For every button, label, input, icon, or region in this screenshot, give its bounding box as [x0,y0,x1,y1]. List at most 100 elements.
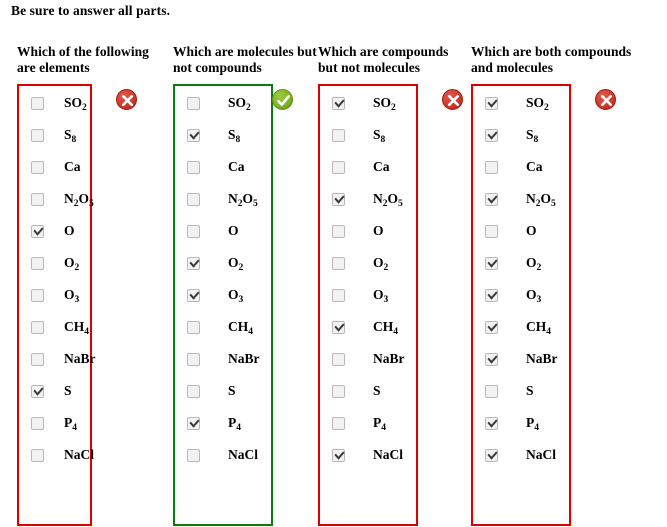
option-row[interactable]: SO2 [473,87,569,119]
checkbox-n2o5[interactable] [31,192,44,206]
option-row[interactable]: O [320,215,416,247]
option-row[interactable]: O [19,215,90,247]
option-row[interactable]: P4 [19,407,90,439]
option-row[interactable]: Ca [473,151,569,183]
checkbox-nabr[interactable] [31,352,44,366]
checkbox-o[interactable] [485,224,498,238]
option-row[interactable]: NaBr [19,343,96,375]
option-row[interactable]: S [19,375,90,407]
checkbox-o2[interactable] [332,256,345,270]
option-row[interactable]: N2O5 [473,183,569,215]
checkbox-p4[interactable] [31,416,44,430]
option-row[interactable]: N2O5 [175,183,271,215]
option-row[interactable]: O3 [473,279,569,311]
checkbox-nacl[interactable] [332,448,345,462]
checkbox-ch4[interactable] [332,320,345,334]
checkbox-o2[interactable] [187,256,200,270]
checkbox-n2o5[interactable] [332,192,345,206]
checkbox-nabr[interactable] [187,352,200,366]
option-row[interactable]: Ca [320,151,416,183]
checkbox-s8[interactable] [31,128,44,142]
checkbox-so2[interactable] [31,96,44,110]
page-instruction: Be sure to answer all parts. [11,3,171,18]
checkbox-ch4[interactable] [31,320,44,334]
option-row[interactable]: NaBr [175,343,271,375]
checkbox-o2[interactable] [485,256,498,270]
option-row[interactable]: O3 [19,279,90,311]
checkbox-ca[interactable] [187,160,200,174]
option-row[interactable]: NaCl [19,439,94,471]
checkbox-n2o5[interactable] [485,192,498,206]
option-row[interactable]: NaBr [473,343,569,375]
checkbox-ch4[interactable] [187,320,200,334]
option-row[interactable]: S [320,375,416,407]
option-row[interactable]: CH4 [175,311,271,343]
checkbox-o[interactable] [332,224,345,238]
checkbox-n2o5[interactable] [187,192,200,206]
option-row[interactable]: N2O5 [19,183,94,215]
option-row[interactable]: NaCl [320,439,416,471]
option-row[interactable]: SO2 [175,87,271,119]
checkbox-so2[interactable] [187,96,200,110]
checkbox-p4[interactable] [332,416,345,430]
option-row[interactable]: P4 [175,407,271,439]
option-row[interactable]: O3 [175,279,271,311]
option-row[interactable]: O [175,215,271,247]
checkbox-ca[interactable] [485,160,498,174]
option-row[interactable]: CH4 [473,311,569,343]
checkbox-s[interactable] [187,384,200,398]
option-row[interactable]: O2 [320,247,416,279]
checkbox-ch4[interactable] [485,320,498,334]
checkbox-ca[interactable] [332,160,345,174]
checkbox-o[interactable] [187,224,200,238]
checkbox-o2[interactable] [31,256,44,270]
option-row[interactable]: S8 [473,119,569,151]
checkbox-p4[interactable] [485,416,498,430]
option-row[interactable]: NaBr [320,343,416,375]
option-row[interactable]: O2 [473,247,569,279]
checkbox-group: SO2 S8 Ca N2O5 O O2 O3 CH4 NaBr S P4 NaCl [471,84,571,526]
checkbox-o[interactable] [31,224,44,238]
option-row[interactable]: N2O5 [320,183,416,215]
option-row[interactable]: P4 [320,407,416,439]
option-row[interactable]: O2 [19,247,90,279]
checkbox-nacl[interactable] [31,448,44,462]
option-row[interactable]: CH4 [19,311,90,343]
checkbox-s[interactable] [485,384,498,398]
option-row[interactable]: Ca [19,151,90,183]
checkbox-p4[interactable] [187,416,200,430]
checkbox-o3[interactable] [187,288,200,302]
option-row[interactable]: S [175,375,271,407]
checkbox-nabr[interactable] [332,352,345,366]
option-row[interactable]: CH4 [320,311,416,343]
option-row[interactable]: S8 [19,119,90,151]
checkbox-s8[interactable] [187,128,200,142]
option-row[interactable]: S [473,375,569,407]
checkbox-nacl[interactable] [187,448,200,462]
checkbox-nacl[interactable] [485,448,498,462]
checkbox-o3[interactable] [485,288,498,302]
option-row[interactable]: SO2 [19,87,90,119]
option-row[interactable]: O [473,215,569,247]
circle-x-icon [116,89,137,110]
option-row[interactable]: SO2 [320,87,416,119]
option-row[interactable]: S8 [175,119,271,151]
checkbox-so2[interactable] [485,96,498,110]
option-row[interactable]: S8 [320,119,416,151]
checkbox-so2[interactable] [332,96,345,110]
checkbox-s8[interactable] [485,128,498,142]
checkbox-s[interactable] [31,384,44,398]
checkbox-nabr[interactable] [485,352,498,366]
checkbox-s[interactable] [332,384,345,398]
option-row[interactable]: O3 [320,279,416,311]
checkbox-o3[interactable] [332,288,345,302]
checkbox-s8[interactable] [332,128,345,142]
checkbox-ca[interactable] [31,160,44,174]
option-row[interactable]: P4 [473,407,569,439]
option-row[interactable]: NaCl [473,439,569,471]
option-label-s8: S8 [373,127,386,145]
option-row[interactable]: NaCl [175,439,271,471]
checkbox-o3[interactable] [31,288,44,302]
option-row[interactable]: Ca [175,151,271,183]
option-row[interactable]: O2 [175,247,271,279]
